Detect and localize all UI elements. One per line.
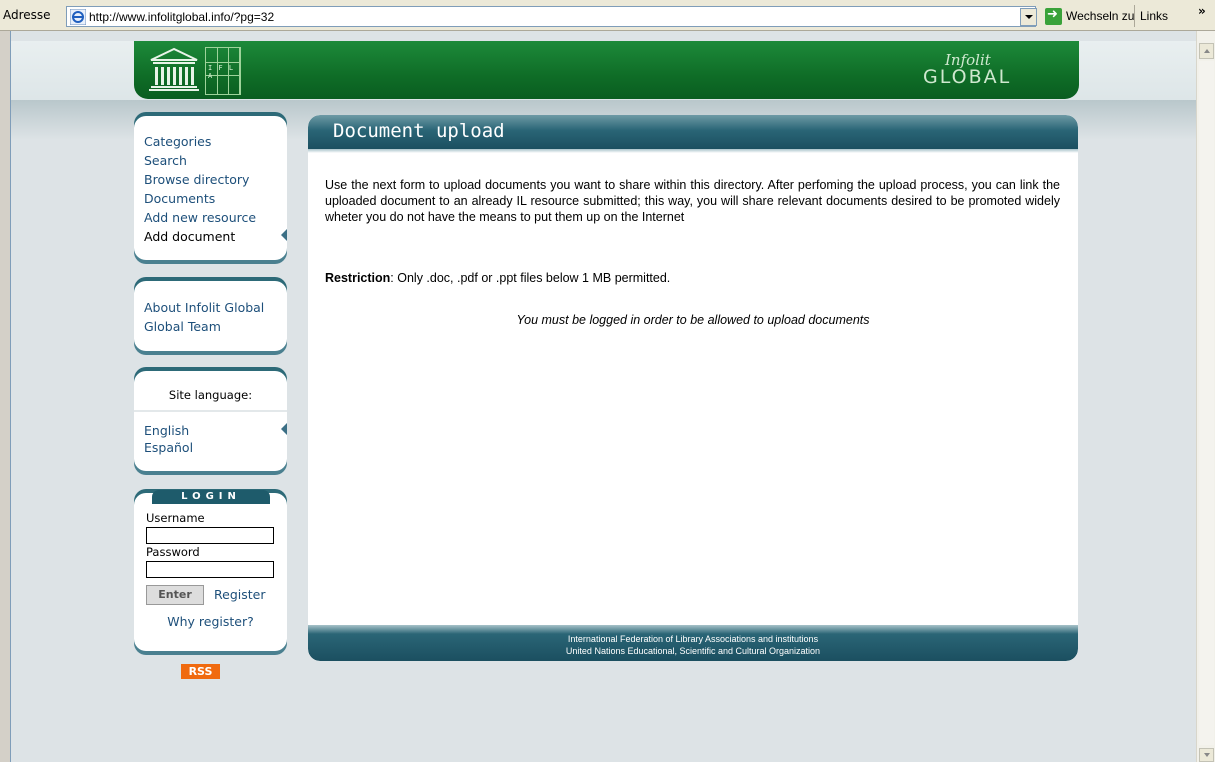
ifla-logo: I F L A: [205, 47, 241, 95]
active-marker-icon: [281, 229, 287, 241]
restriction-text: Restriction: Only .doc, .pdf or .ppt fil…: [325, 271, 670, 285]
why-register-link[interactable]: Why register?: [134, 614, 287, 629]
language-english[interactable]: English: [144, 423, 189, 438]
nav-item-add-new-resource[interactable]: Add new resource: [144, 208, 287, 227]
main-panel-header: Document upload: [308, 115, 1078, 153]
restriction-detail: : Only .doc, .pdf or .ppt files below 1 …: [390, 271, 671, 285]
ifla-logo-text: I F L A: [208, 64, 235, 80]
scroll-thumb[interactable]: [1199, 61, 1214, 745]
language-espanol[interactable]: Español: [144, 440, 193, 455]
active-language-marker-icon: [281, 423, 287, 435]
address-bar: Adresse http://www.infolitglobal.info/?p…: [0, 0, 1215, 31]
url-text: http://www.infolitglobal.info/?pg=32: [89, 10, 275, 24]
address-label: Adresse: [3, 8, 51, 22]
language-box: Site language: English Español: [134, 366, 287, 471]
url-dropdown-button[interactable]: [1020, 8, 1037, 26]
upload-description: Use the next form to upload documents yo…: [325, 178, 1060, 224]
nav-menu: Categories Search Browse directory Docum…: [134, 111, 287, 260]
nav-item-add-document[interactable]: Add document: [144, 227, 287, 246]
links-button[interactable]: Links: [1140, 9, 1168, 23]
ie-page-icon: [70, 9, 86, 25]
login-required-note: You must be logged in order to be allowe…: [516, 313, 870, 327]
go-arrow-icon[interactable]: [1045, 7, 1062, 25]
rss-button[interactable]: RSS: [181, 664, 220, 679]
footer-unesco-line: United Nations Educational, Scientific a…: [565, 646, 821, 656]
url-field[interactable]: http://www.infolitglobal.info/?pg=32: [66, 6, 1036, 27]
unesco-logo-icon: [149, 47, 199, 91]
chevron-down-icon: [1024, 15, 1033, 19]
page-viewport: I F L A Infolit GLOBAL Categories Search…: [10, 31, 1196, 762]
global-team-link[interactable]: Global Team: [144, 317, 287, 336]
username-input[interactable]: [146, 527, 274, 544]
nav-item-categories[interactable]: Categories: [144, 132, 287, 151]
register-link[interactable]: Register: [214, 587, 265, 602]
footer-ifla-line: International Federation of Library Asso…: [567, 634, 819, 644]
page-title: Document upload: [333, 120, 505, 142]
nav-item-search[interactable]: Search: [144, 151, 287, 170]
scroll-down-icon[interactable]: [1199, 748, 1214, 762]
login-box: LOGIN Username Password Enter Register W…: [134, 488, 287, 651]
password-input[interactable]: [146, 561, 274, 578]
vertical-scrollbar[interactable]: [1196, 31, 1215, 762]
username-label: Username: [146, 511, 205, 525]
scroll-up-icon[interactable]: [1199, 43, 1214, 59]
restriction-label: Restriction: [325, 271, 391, 285]
toolbar-separator: [1134, 5, 1135, 27]
password-label: Password: [146, 545, 200, 559]
main-content-panel: Document upload Use the next form to upl…: [308, 115, 1078, 661]
about-infolit-link[interactable]: About Infolit Global: [144, 298, 287, 317]
language-title: Site language:: [168, 388, 253, 402]
site-banner: I F L A Infolit GLOBAL: [134, 41, 1079, 99]
infolit-logo-bottom: GLOBAL: [923, 66, 1012, 88]
nav-item-documents[interactable]: Documents: [144, 189, 287, 208]
main-panel-footer: International Federation of Library Asso…: [308, 625, 1078, 661]
more-chevron-icon[interactable]: »: [1198, 4, 1206, 18]
language-divider: [134, 410, 287, 412]
nav-item-browse-directory[interactable]: Browse directory: [144, 170, 287, 189]
about-menu: About Infolit Global Global Team: [134, 276, 287, 351]
infolit-global-logo: Infolit GLOBAL: [923, 51, 1043, 91]
login-heading: LOGIN: [152, 490, 270, 504]
go-button[interactable]: Wechseln zu: [1066, 9, 1134, 23]
enter-button[interactable]: Enter: [146, 585, 204, 605]
